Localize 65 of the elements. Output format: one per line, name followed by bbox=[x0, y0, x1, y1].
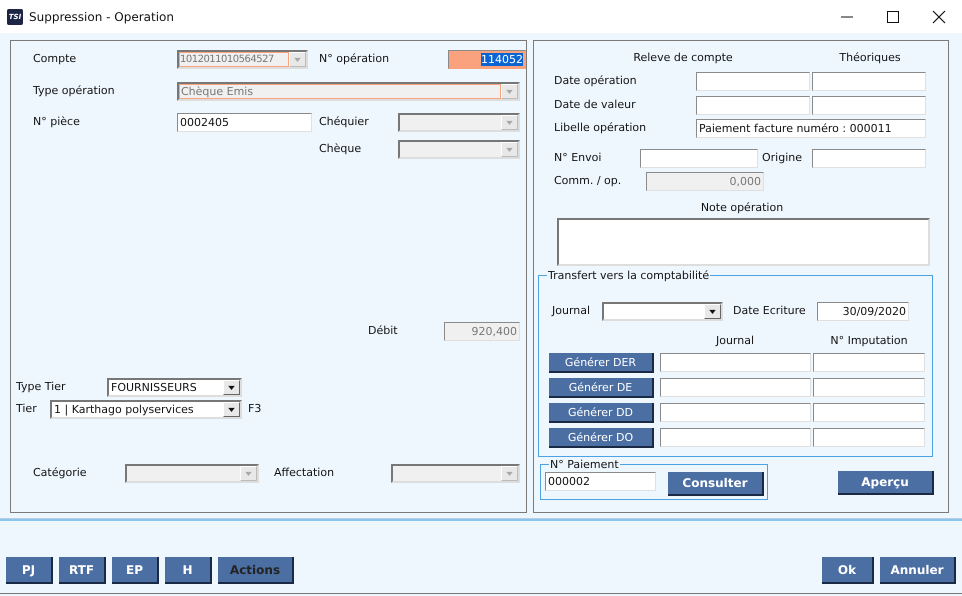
piece-number-field[interactable]: 0002405 bbox=[177, 113, 312, 132]
field-label: N° pièce bbox=[33, 114, 81, 128]
imputation-field[interactable] bbox=[813, 428, 925, 447]
group-title: Transfert vers la comptabilité bbox=[547, 269, 710, 282]
field-label: Date opération bbox=[554, 73, 638, 87]
group-title: N° Paiement bbox=[549, 458, 620, 471]
preview-button[interactable]: Aperçu bbox=[838, 471, 934, 495]
dispatch-number-field[interactable] bbox=[640, 149, 758, 168]
column-heading: Releve de compte bbox=[632, 51, 734, 64]
field-label: Date de valeur bbox=[554, 97, 637, 111]
origin-field[interactable] bbox=[812, 149, 926, 168]
field-label: Comm. / op. bbox=[554, 173, 622, 187]
field-label: Libelle opération bbox=[554, 120, 648, 134]
imputation-field[interactable] bbox=[813, 378, 925, 397]
field-label: Type Tier bbox=[16, 379, 66, 393]
payment-number-field[interactable]: 000002 bbox=[545, 472, 656, 491]
field-label: Type opération bbox=[33, 83, 116, 97]
field-label: Tier bbox=[16, 401, 38, 415]
consult-button[interactable]: Consulter bbox=[668, 472, 764, 496]
field-label: Chéquier bbox=[319, 114, 370, 128]
generate-button[interactable]: Générer DER bbox=[549, 353, 654, 373]
field-label: Chèque bbox=[319, 141, 362, 155]
third-party-type-combo[interactable]: FOURNISSEURS bbox=[107, 378, 242, 397]
footer-button[interactable]: EP bbox=[112, 557, 159, 584]
field-label: Journal bbox=[552, 303, 592, 317]
date-field[interactable] bbox=[696, 96, 810, 115]
date-field[interactable] bbox=[812, 96, 926, 115]
column-heading: Théoriques bbox=[838, 51, 902, 64]
footer-button[interactable]: PJ bbox=[6, 557, 53, 584]
field-label: Origine bbox=[762, 150, 804, 164]
note-field[interactable] bbox=[557, 218, 930, 266]
field-label: Affectation bbox=[274, 465, 336, 479]
maximize-icon[interactable] bbox=[885, 8, 901, 24]
footer-button[interactable]: H bbox=[165, 557, 212, 584]
generate-button[interactable]: Générer DE bbox=[549, 378, 654, 398]
journal-field[interactable] bbox=[660, 403, 811, 422]
third-party-combo[interactable]: 1 | Karthago polyservices bbox=[50, 400, 242, 419]
date-field[interactable] bbox=[696, 72, 810, 91]
field-label: Débit bbox=[368, 323, 399, 337]
field-label: Date Ecriture bbox=[733, 303, 807, 317]
entry-date-field[interactable]: 30/09/2020 bbox=[817, 302, 909, 321]
generate-button[interactable]: Générer DO bbox=[549, 428, 654, 448]
label-field[interactable]: Paiement facture numéro : 000011 bbox=[696, 119, 926, 138]
imputation-field[interactable] bbox=[813, 403, 925, 422]
cancel-button[interactable]: Annuler bbox=[880, 557, 956, 584]
journal-field[interactable] bbox=[660, 428, 811, 447]
journal-field[interactable] bbox=[660, 378, 811, 397]
close-icon[interactable] bbox=[931, 8, 947, 24]
field-label: N° Envoi bbox=[554, 150, 602, 164]
window-title: Suppression - Operation bbox=[29, 10, 174, 24]
field-label: Catégorie bbox=[33, 465, 88, 479]
journal-combo[interactable] bbox=[602, 302, 723, 321]
imputation-field[interactable] bbox=[813, 353, 925, 372]
note-label: Note opération bbox=[700, 200, 784, 214]
ok-button[interactable]: Ok bbox=[822, 557, 874, 584]
generate-button[interactable]: Générer DD bbox=[549, 403, 654, 423]
column-heading: N° Imputation bbox=[829, 333, 909, 347]
operation-number-field[interactable]: 114052 bbox=[448, 50, 526, 69]
journal-field[interactable] bbox=[660, 353, 811, 372]
shortcut-hint: F3 bbox=[248, 401, 262, 415]
date-field[interactable] bbox=[812, 72, 926, 91]
field-label: N° opération bbox=[319, 51, 390, 65]
column-heading: Journal bbox=[714, 333, 756, 347]
field-label: Compte bbox=[33, 51, 78, 65]
footer-button[interactable]: RTF bbox=[59, 557, 106, 584]
